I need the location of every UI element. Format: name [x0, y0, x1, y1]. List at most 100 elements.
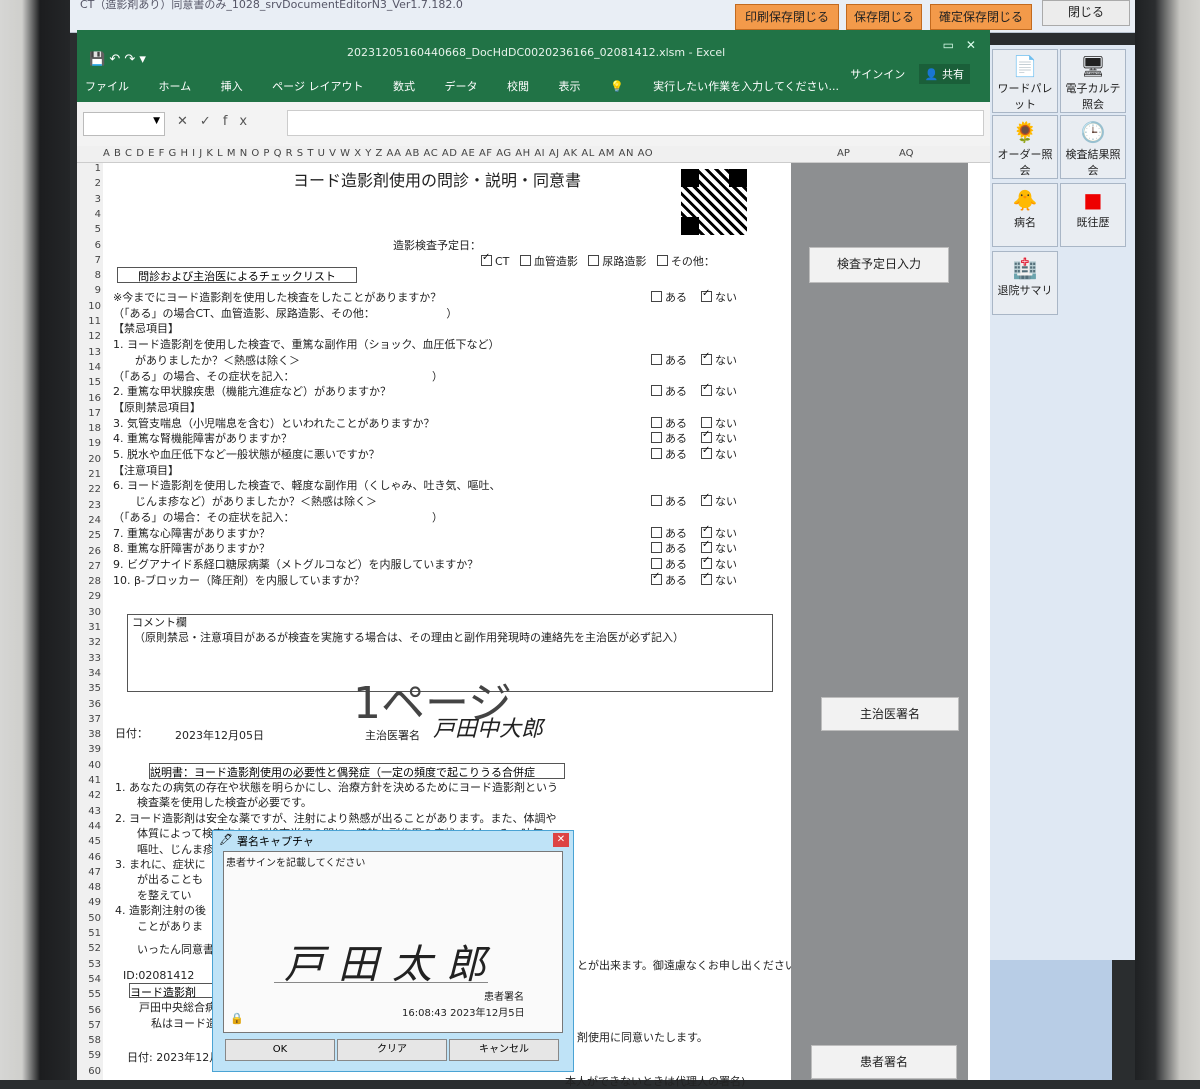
row-number[interactable]: 58: [77, 1035, 101, 1046]
no-checkbox[interactable]: [701, 539, 712, 554]
row-number[interactable]: 2: [77, 178, 101, 189]
discharge-summary-button[interactable]: 🏥 退院サマリ: [992, 251, 1058, 315]
row-number[interactable]: 57: [77, 1020, 101, 1031]
row-number[interactable]: 40: [77, 760, 101, 771]
tell-me-input[interactable]: 💡 実行したい作業を入力してください...: [610, 80, 865, 93]
cancel-icon[interactable]: ✕: [177, 114, 200, 129]
yes-checkbox[interactable]: [651, 542, 662, 554]
save-icon[interactable]: 💾 ↶ ↷ ▾: [89, 52, 146, 67]
row-number[interactable]: 27: [77, 561, 101, 572]
fx-icon[interactable]: fx: [223, 114, 259, 129]
row-number[interactable]: 51: [77, 928, 101, 939]
row-number[interactable]: 48: [77, 882, 101, 893]
no-checkbox[interactable]: [701, 555, 712, 569]
row-number[interactable]: 28: [77, 576, 101, 587]
row-number[interactable]: 12: [77, 331, 101, 342]
tab-home[interactable]: ホーム: [159, 80, 192, 93]
yes-checkbox[interactable]: [651, 526, 662, 538]
row-number[interactable]: 60: [77, 1066, 101, 1077]
row-number[interactable]: 4: [77, 209, 101, 220]
signin-link[interactable]: サインイン: [850, 68, 905, 81]
share-button[interactable]: 👤 共有: [918, 64, 970, 84]
medical-history-button[interactable]: ■ 既往歴: [1060, 183, 1126, 247]
row-number[interactable]: 59: [77, 1050, 101, 1061]
row-number[interactable]: 23: [77, 500, 101, 511]
patient-signature-button[interactable]: 患者署名: [811, 1045, 957, 1079]
no-checkbox[interactable]: [701, 524, 712, 538]
row-number[interactable]: 42: [77, 790, 101, 801]
window-controls[interactable]: ▭ ✕: [943, 36, 976, 53]
name-box[interactable]: ▼: [83, 112, 165, 136]
close-button[interactable]: 閉じる: [1042, 0, 1130, 26]
no-checkbox[interactable]: [701, 288, 712, 302]
print-save-close-button[interactable]: 印刷保存閉じる: [735, 4, 839, 30]
row-number[interactable]: 53: [77, 959, 101, 970]
no-checkbox[interactable]: [701, 416, 712, 428]
row-number[interactable]: 54: [77, 974, 101, 985]
signature-pad[interactable]: 患者サインを記載してください 戸田太郎 患者署名 16:08:43 2023年1…: [223, 851, 563, 1033]
row-number[interactable]: 18: [77, 423, 101, 434]
row-number[interactable]: 6: [77, 240, 101, 251]
no-checkbox[interactable]: [701, 445, 712, 459]
exam-type-urography-checkbox[interactable]: [588, 255, 600, 266]
row-number[interactable]: 43: [77, 806, 101, 817]
row-number[interactable]: 21: [77, 469, 101, 480]
row-number[interactable]: 16: [77, 393, 101, 404]
row-number[interactable]: 11: [77, 316, 101, 327]
row-number[interactable]: 32: [77, 637, 101, 648]
row-number[interactable]: 25: [77, 530, 101, 541]
row-number[interactable]: 45: [77, 836, 101, 847]
row-number[interactable]: 34: [77, 668, 101, 679]
yes-checkbox[interactable]: [651, 416, 662, 428]
row-number[interactable]: 37: [77, 714, 101, 725]
order-inquiry-button[interactable]: 🌻 オーダー照会: [992, 115, 1058, 179]
enter-icon[interactable]: ✓: [200, 114, 223, 129]
exam-type-ct-checkbox[interactable]: [481, 252, 492, 266]
confirm-save-close-button[interactable]: 確定保存閉じる: [930, 4, 1032, 30]
row-number[interactable]: 41: [77, 775, 101, 786]
row-number[interactable]: 7: [77, 255, 101, 266]
formula-input[interactable]: [287, 110, 984, 136]
row-number[interactable]: 47: [77, 867, 101, 878]
tab-file[interactable]: ファイル: [85, 80, 129, 93]
row-number[interactable]: 36: [77, 699, 101, 710]
row-number[interactable]: 5: [77, 224, 101, 235]
row-number[interactable]: 17: [77, 408, 101, 419]
yes-checkbox[interactable]: [651, 557, 662, 569]
row-number[interactable]: 33: [77, 653, 101, 664]
tab-page-layout[interactable]: ページ レイアウト: [272, 80, 363, 93]
row-number[interactable]: 35: [77, 683, 101, 694]
save-close-button[interactable]: 保存閉じる: [846, 4, 922, 30]
row-number[interactable]: 13: [77, 347, 101, 358]
row-number[interactable]: 14: [77, 362, 101, 373]
row-number[interactable]: 44: [77, 821, 101, 832]
clear-button[interactable]: クリア: [337, 1039, 447, 1061]
word-palette-button[interactable]: 📄 ワードパレット: [992, 49, 1058, 113]
tab-view[interactable]: 表示: [558, 80, 580, 93]
yes-checkbox[interactable]: [651, 385, 662, 397]
row-number[interactable]: 55: [77, 989, 101, 1000]
tab-insert[interactable]: 挿入: [221, 80, 243, 93]
row-number[interactable]: 50: [77, 913, 101, 924]
ok-button[interactable]: OK: [225, 1039, 335, 1061]
row-number[interactable]: 22: [77, 484, 101, 495]
row-number[interactable]: 39: [77, 744, 101, 755]
yes-checkbox[interactable]: [651, 353, 662, 365]
yes-checkbox[interactable]: [651, 448, 662, 459]
row-number[interactable]: 46: [77, 852, 101, 863]
row-number[interactable]: 52: [77, 943, 101, 954]
doctor-signature-button[interactable]: 主治医署名: [821, 697, 959, 731]
no-checkbox[interactable]: [701, 429, 712, 444]
row-number[interactable]: 49: [77, 897, 101, 908]
yes-checkbox[interactable]: [651, 495, 662, 507]
row-number[interactable]: 26: [77, 546, 101, 557]
close-icon[interactable]: ✕: [553, 833, 569, 847]
tab-data[interactable]: データ: [444, 80, 477, 93]
disease-name-button[interactable]: 🐥 病名: [992, 183, 1058, 247]
row-number[interactable]: 30: [77, 607, 101, 618]
yes-checkbox[interactable]: [651, 432, 662, 444]
tab-review[interactable]: 校閲: [507, 80, 529, 93]
row-number[interactable]: 9: [77, 285, 101, 296]
row-number[interactable]: 8: [77, 270, 101, 281]
row-number[interactable]: 10: [77, 301, 101, 312]
